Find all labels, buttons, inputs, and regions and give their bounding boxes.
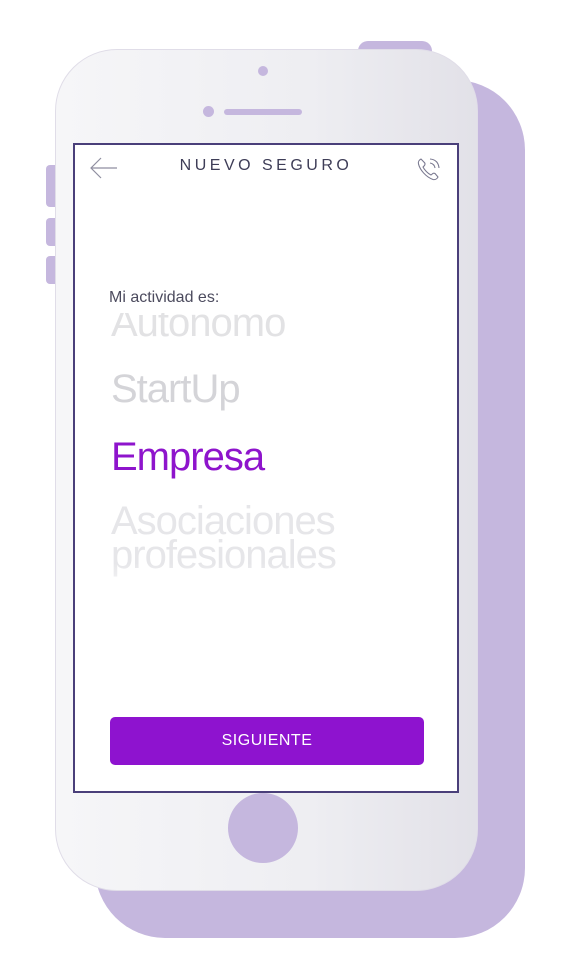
proximity-sensor [203,106,214,117]
activity-label: Mi actividad es: [109,289,220,306]
app-screen: NUEVO SEGURO Mi actividad es: Autonomo S… [73,143,459,793]
picker-option-startup[interactable]: StartUp [111,369,241,409]
phone-call-icon[interactable] [415,155,443,183]
front-camera [258,66,268,76]
illustration-stage: NUEVO SEGURO Mi actividad es: Autonomo S… [0,0,573,979]
picker-option-profesionales[interactable]: profesionales [111,535,337,575]
activity-picker[interactable]: Autonomo StartUp Empresa Asociaciones pr… [75,313,457,593]
earpiece-speaker [224,109,302,115]
home-button [228,793,298,863]
picker-option-empresa-selected[interactable]: Empresa [111,437,265,477]
picker-option-autonomo[interactable]: Autonomo [111,313,286,343]
page-title: NUEVO SEGURO [179,157,353,174]
nav-bar: NUEVO SEGURO [75,145,457,195]
next-button[interactable]: SIGUIENTE [110,717,424,765]
